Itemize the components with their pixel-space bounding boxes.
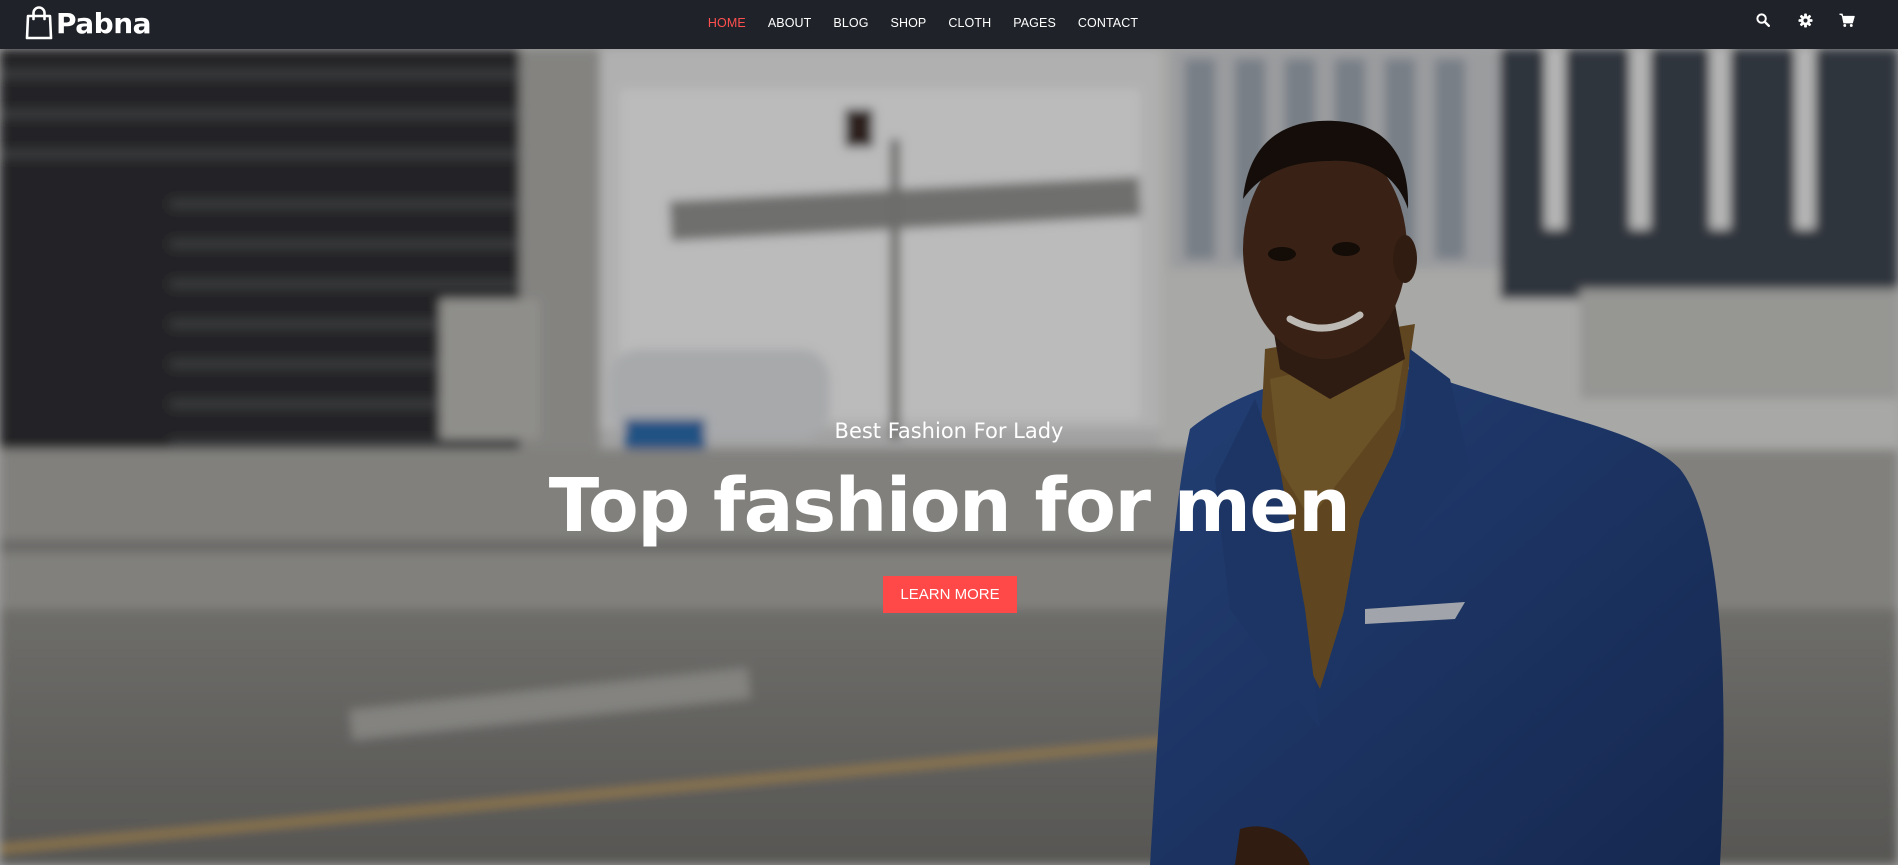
gear-icon[interactable] <box>1796 11 1814 29</box>
nav-item-shop[interactable]: SHOP <box>891 16 927 30</box>
hero-headline: Top fashion for men <box>548 463 1351 549</box>
nav-item-about[interactable]: ABOUT <box>768 16 812 30</box>
nav-item-blog[interactable]: BLOG <box>833 16 868 30</box>
nav-item-home[interactable]: HOME <box>708 16 746 30</box>
nav-item-contact[interactable]: CONTACT <box>1078 16 1138 30</box>
header-tools <box>1754 11 1856 29</box>
hero-overlay <box>0 49 1898 865</box>
learn-more-button[interactable]: LEARN MORE <box>883 576 1017 613</box>
cart-icon[interactable] <box>1838 11 1856 29</box>
brand-name: Pabna <box>56 6 152 40</box>
hero-banner: Best Fashion For Lady Top fashion for me… <box>0 49 1898 865</box>
main-nav: HOME ABOUT BLOG SHOP CLOTH PAGES CONTACT <box>0 0 1898 46</box>
top-navbar: Pabna HOME ABOUT BLOG SHOP CLOTH PAGES C… <box>0 0 1898 49</box>
nav-item-pages[interactable]: PAGES <box>1013 16 1056 30</box>
search-icon[interactable] <box>1754 11 1772 29</box>
nav-item-cloth[interactable]: CLOTH <box>948 16 991 30</box>
shopping-bag-icon <box>25 6 53 40</box>
brand-logo[interactable]: Pabna <box>24 5 152 41</box>
hero-subtitle: Best Fashion For Lady <box>834 419 1064 443</box>
